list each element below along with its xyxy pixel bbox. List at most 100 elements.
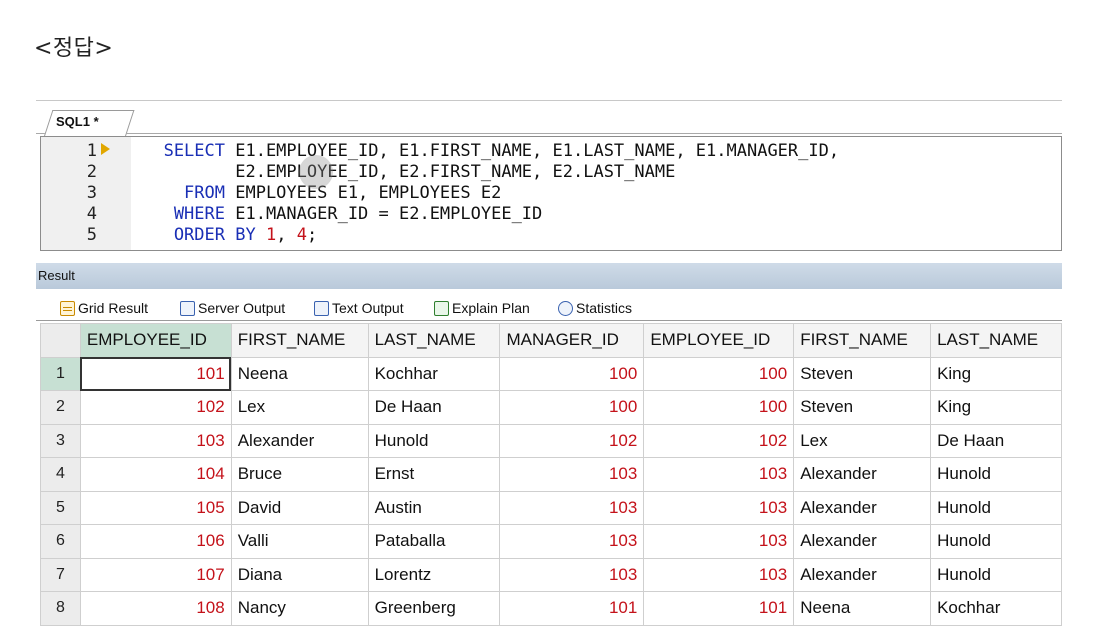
- grid-cell[interactable]: Hunold: [930, 490, 1062, 525]
- grid-cell[interactable]: 108: [79, 591, 232, 626]
- grid-header-row: EMPLOYEE_ID FIRST_NAME LAST_NAME MANAGER…: [40, 323, 1062, 358]
- row-number[interactable]: 6: [40, 524, 81, 559]
- number-literal: 1: [265, 225, 277, 245]
- grid-cell[interactable]: Nancy: [230, 591, 369, 626]
- grid-cell[interactable]: King: [930, 390, 1062, 425]
- grid-cell[interactable]: 103: [79, 423, 232, 458]
- row-number[interactable]: 8: [40, 591, 81, 626]
- grid-cell[interactable]: Greenberg: [367, 591, 501, 626]
- grid-cell[interactable]: 102: [643, 423, 795, 458]
- sql-keyword: WHERE: [173, 204, 225, 224]
- grid-cell[interactable]: Ernst: [367, 457, 501, 492]
- grid-cell[interactable]: David: [230, 490, 369, 525]
- grid-cell[interactable]: Alexander: [793, 524, 932, 559]
- table-row[interactable]: 1 101 Neena Kochhar 100 100 Steven King: [40, 356, 1062, 391]
- grid-cell[interactable]: Kochhar: [367, 356, 501, 391]
- grid-cell[interactable]: Lex: [793, 423, 932, 458]
- table-row[interactable]: 5 105 David Austin 103 103 Alexander Hunold: [40, 490, 1062, 525]
- grid-cell[interactable]: 100: [499, 356, 645, 391]
- table-row[interactable]: 6 106 Valli Pataballa 103 103 Alexander Hunold: [40, 524, 1062, 559]
- grid-cell[interactable]: Alexander: [793, 557, 932, 592]
- tab-grid-result[interactable]: Grid Result: [44, 295, 179, 321]
- table-row[interactable]: 7 107 Diana Lorentz 103 103 Alexander Hunold: [40, 557, 1062, 592]
- page-heading: <정답>: [34, 36, 114, 61]
- tab-explain-plan[interactable]: Explain Plan: [418, 295, 555, 321]
- row-number[interactable]: 7: [40, 557, 81, 592]
- tab-statistics[interactable]: Statistics: [542, 295, 657, 321]
- grid-cell[interactable]: Hunold: [367, 423, 501, 458]
- grid-cell[interactable]: Lex: [230, 390, 369, 425]
- code-line-1: SELECT E1.EMPLOYEE_ID, E1.FIRST_NAME, E1…: [141, 141, 840, 162]
- column-header[interactable]: MANAGER_ID: [499, 323, 645, 358]
- table-row[interactable]: 3 103 Alexander Hunold 102 102 Lex De Haan: [40, 423, 1062, 458]
- grid-cell[interactable]: Austin: [367, 490, 501, 525]
- column-header[interactable]: LAST_NAME: [367, 323, 501, 358]
- grid-cell[interactable]: 103: [643, 457, 795, 492]
- column-header[interactable]: EMPLOYEE_ID: [643, 323, 795, 358]
- grid-cell[interactable]: 100: [499, 390, 645, 425]
- grid-cell[interactable]: Diana: [230, 557, 369, 592]
- grid-cell[interactable]: De Haan: [930, 423, 1062, 458]
- column-header[interactable]: FIRST_NAME: [793, 323, 932, 358]
- grid-body: 1 101 Neena Kochhar 100 100 Steven King 2 102 Lex D…: [40, 356, 1062, 626]
- grid-cell[interactable]: 103: [643, 490, 795, 525]
- grid-cell[interactable]: Pataballa: [367, 524, 501, 559]
- grid-cell[interactable]: 106: [79, 524, 232, 559]
- row-number[interactable]: 1: [40, 356, 81, 391]
- grid-cell[interactable]: Hunold: [930, 524, 1062, 559]
- tab-server-output[interactable]: Server Output: [164, 295, 311, 321]
- grid-cell[interactable]: 104: [79, 457, 232, 492]
- grid-cell[interactable]: King: [930, 356, 1062, 391]
- result-panel-title: Result: [38, 268, 75, 283]
- tab-text-output[interactable]: Text Output: [298, 295, 431, 321]
- code-text: ;: [306, 225, 318, 245]
- grid-cell[interactable]: 100: [643, 356, 795, 391]
- row-number[interactable]: 2: [40, 390, 81, 425]
- grid-cell[interactable]: 103: [499, 457, 645, 492]
- grid-cell[interactable]: 103: [643, 524, 795, 559]
- editor-tab-bar: SQL1 *: [36, 100, 1062, 136]
- grid-cell[interactable]: 102: [79, 390, 232, 425]
- column-header[interactable]: LAST_NAME: [930, 323, 1062, 358]
- sql-editor[interactable]: 1 2 3 4 5 SELECT E1.EMPLOYEE_ID, E1.FIRS…: [40, 136, 1062, 251]
- grid-cell[interactable]: Alexander: [793, 490, 932, 525]
- grid-cell[interactable]: Hunold: [930, 557, 1062, 592]
- column-header[interactable]: EMPLOYEE_ID: [79, 323, 232, 358]
- grid-cell[interactable]: 103: [499, 490, 645, 525]
- grid-cell[interactable]: 105: [79, 490, 232, 525]
- grid-cell[interactable]: Kochhar: [930, 591, 1062, 626]
- grid-cell[interactable]: 101: [643, 591, 795, 626]
- column-header[interactable]: FIRST_NAME: [230, 323, 369, 358]
- grid-cell[interactable]: 100: [643, 390, 795, 425]
- grid-cell[interactable]: 101: [79, 356, 232, 391]
- grid-cell[interactable]: De Haan: [367, 390, 501, 425]
- grid-cell[interactable]: Valli: [230, 524, 369, 559]
- editor-tab-sql1[interactable]: SQL1 *: [56, 114, 99, 129]
- row-number[interactable]: 4: [40, 457, 81, 492]
- grid-cell[interactable]: Steven: [793, 356, 932, 391]
- grid-cell[interactable]: 103: [499, 557, 645, 592]
- grid-cell[interactable]: 103: [643, 557, 795, 592]
- grid-cell[interactable]: 103: [499, 524, 645, 559]
- grid-cell[interactable]: Neena: [230, 356, 369, 391]
- table-row[interactable]: 4 104 Bruce Ernst 103 103 Alexander Hunold: [40, 457, 1062, 492]
- tab-label: Explain Plan: [452, 300, 530, 316]
- grid-cell[interactable]: Alexander: [230, 423, 369, 458]
- table-row[interactable]: 8 108 Nancy Greenberg 101 101 Neena Kochhar: [40, 591, 1062, 626]
- table-row[interactable]: 2 102 Lex De Haan 100 100 Steven King: [40, 390, 1062, 425]
- code-text: E1.MANAGER_ID = E2.EMPLOYEE_ID: [225, 204, 543, 224]
- sql-keyword: BY: [225, 225, 266, 245]
- grid-cell[interactable]: Lorentz: [367, 557, 501, 592]
- grid-cell[interactable]: Alexander: [793, 457, 932, 492]
- row-number[interactable]: 3: [40, 423, 81, 458]
- row-number[interactable]: 5: [40, 490, 81, 525]
- grid-cell[interactable]: Hunold: [930, 457, 1062, 492]
- grid-cell[interactable]: Steven: [793, 390, 932, 425]
- grid-cell[interactable]: 101: [499, 591, 645, 626]
- grid-corner-cell[interactable]: [40, 323, 81, 358]
- grid-cell[interactable]: Bruce: [230, 457, 369, 492]
- grid-cell[interactable]: 107: [79, 557, 232, 592]
- grid-cell[interactable]: 102: [499, 423, 645, 458]
- result-grid-container[interactable]: EMPLOYEE_ID FIRST_NAME LAST_NAME MANAGER…: [40, 323, 1062, 629]
- grid-cell[interactable]: Neena: [793, 591, 932, 626]
